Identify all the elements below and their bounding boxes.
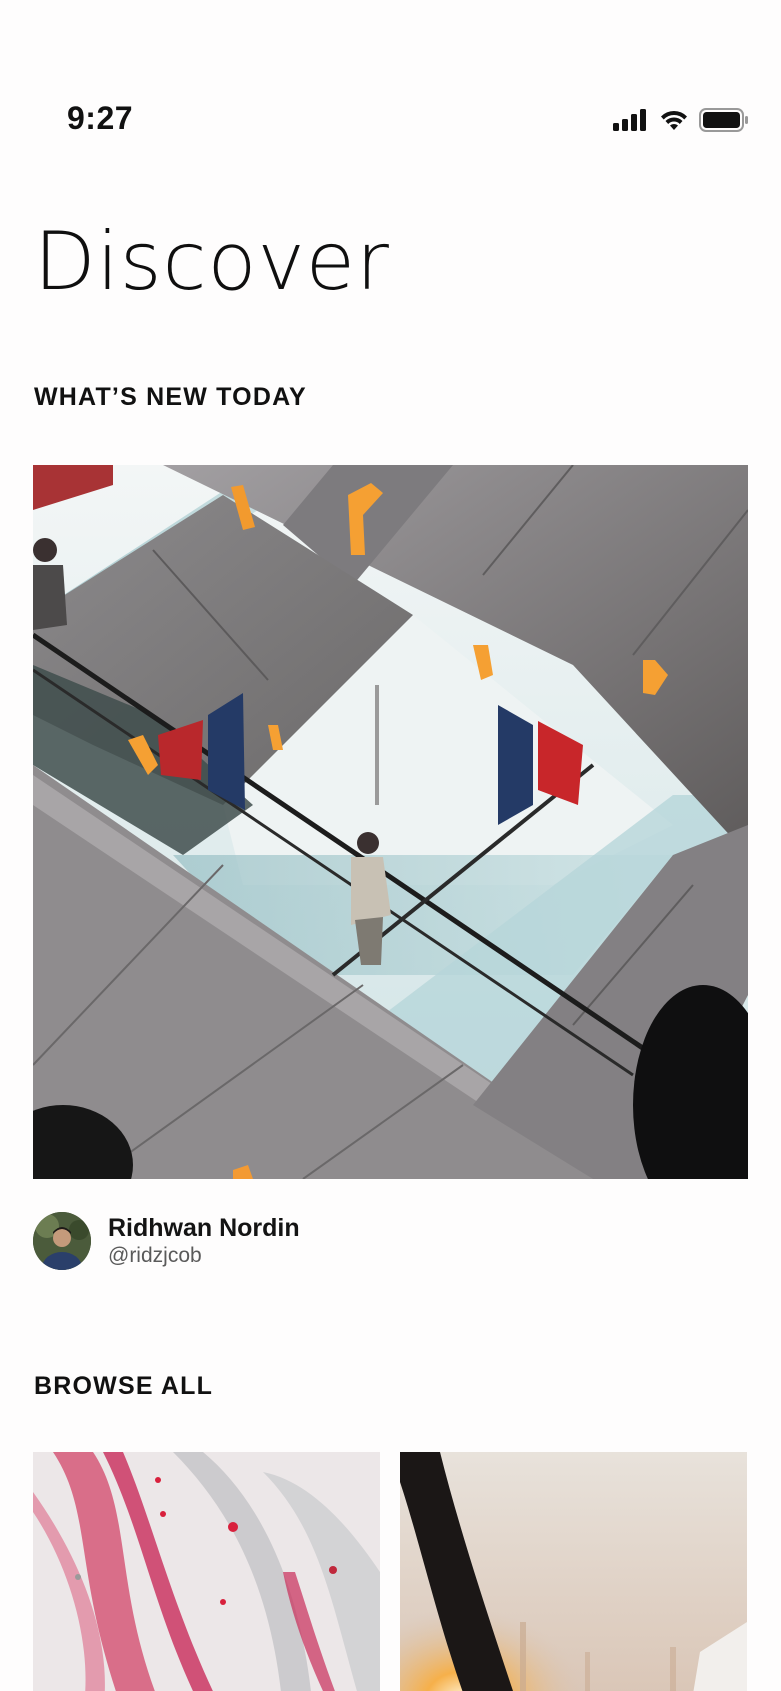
featured-photo[interactable] bbox=[33, 465, 748, 1179]
status-icons bbox=[613, 108, 749, 132]
featured-author[interactable]: Ridhwan Nordin @ridzjcob bbox=[33, 1212, 300, 1270]
browse-all-heading: BROWSE ALL bbox=[34, 1372, 214, 1400]
signal-icon bbox=[613, 109, 649, 131]
author-handle: @ridzjcob bbox=[108, 1244, 202, 1267]
page-title: Discover bbox=[34, 215, 390, 308]
discover-screen: 9:27 Discover WHAT’S NEW TODAY Ridhwan N… bbox=[0, 0, 781, 1691]
browse-photo-sunset[interactable] bbox=[400, 1452, 747, 1691]
whats-new-heading: WHAT’S NEW TODAY bbox=[34, 383, 307, 411]
status-bar: 9:27 bbox=[0, 0, 781, 160]
browse-photo-marble[interactable] bbox=[33, 1452, 380, 1691]
wifi-icon bbox=[659, 109, 689, 131]
battery-icon bbox=[699, 108, 749, 132]
author-avatar[interactable] bbox=[33, 1212, 91, 1270]
author-name[interactable]: Ridhwan Nordin bbox=[108, 1213, 300, 1243]
status-time: 9:27 bbox=[67, 100, 134, 136]
